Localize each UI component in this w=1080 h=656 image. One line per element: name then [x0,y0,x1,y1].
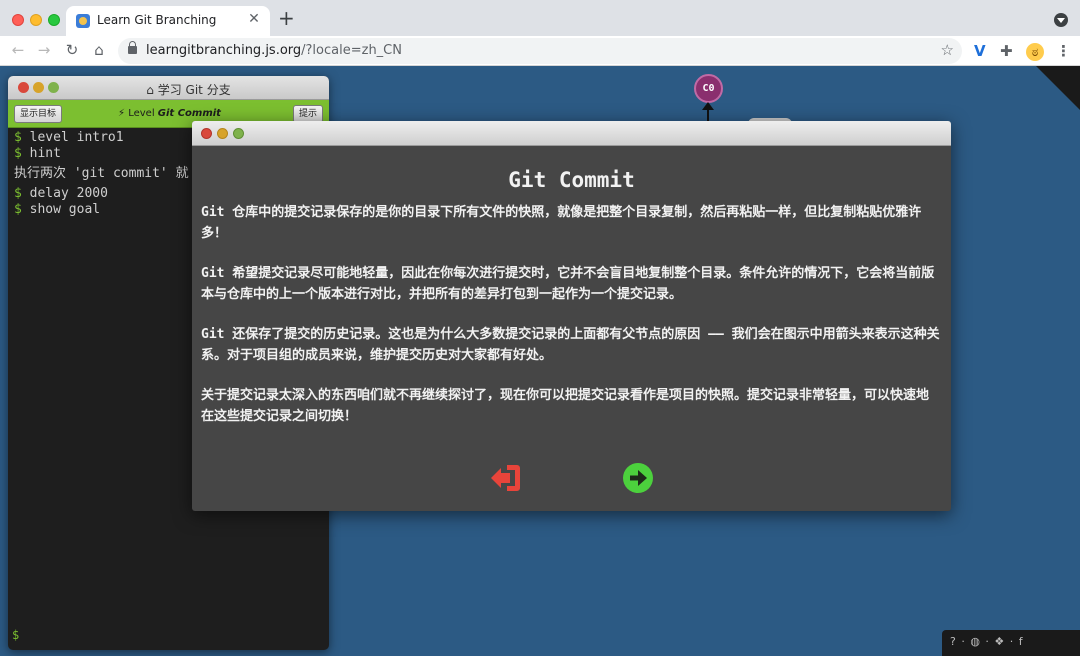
site-favicon-icon [76,14,90,28]
dialog-navigation [192,462,951,498]
dialog-titlebar [192,121,951,146]
window-zoom-button[interactable] [48,14,60,26]
level-indicator[interactable]: ⚡ Level Git Commit [118,108,221,119]
exit-dialog-icon[interactable] [489,462,523,494]
dialog-paragraph: Git 还保存了提交的历史记录。这也是为什么大多数提交记录的上面都有父节点的原因… [201,327,940,363]
forward-button[interactable]: → [34,40,54,60]
github-octocat-icon[interactable] [1060,72,1074,86]
home-button[interactable]: ⌂ [89,40,109,60]
next-page-arrow-icon[interactable] [622,462,654,494]
dialog-zoom-icon[interactable] [233,128,244,139]
dialog-minimize-icon[interactable] [217,128,228,139]
browser-toolbar: ← → ↻ ⌂ learngitbranching.js.org/?locale… [0,36,1080,66]
reload-button[interactable]: ↻ [62,40,82,60]
tab-title: Learn Git Branching [97,13,217,27]
command-input-prompt[interactable]: $ [12,628,19,642]
dialog-paragraph: Git 希望提交记录尽可能地轻量，因此在你每次进行提交时，它并不会盲目地复制整个… [201,266,935,302]
show-goal-button[interactable]: 显示目标 [14,105,63,123]
browser-tab[interactable]: Learn Git Branching ✕ [66,6,270,36]
extensions-puzzle-icon[interactable]: ✚ [1000,42,1013,60]
new-tab-button[interactable]: + [278,8,295,28]
intro-dialog: Git Commit Git 仓库中的提交记录保存的是你的目录下所有文件的快照，… [192,121,951,511]
bookmark-star-icon[interactable]: ☆ [941,41,954,59]
commit-parent-arrow [702,102,714,122]
commit-node-c0[interactable]: C0 [694,74,723,103]
dialog-body: Git 仓库中的提交记录保存的是你的目录下所有文件的快照，就像是把整个目录复制，… [192,202,951,427]
terminal-titlebar: ⌂ 学习 Git 分支 [8,76,329,100]
lock-icon[interactable] [128,41,137,54]
extension-v-icon[interactable]: V [974,42,986,60]
footer-links: ? · ◍ · ❖ · f [942,630,1080,656]
dialog-paragraph: 关于提交记录太深入的东西咱们就不再继续探讨了，现在你可以把提交记录看作是项目的快… [201,388,930,424]
tab-close-icon[interactable]: ✕ [246,11,262,27]
dialog-close-icon[interactable] [201,128,212,139]
dialog-paragraph: Git 仓库中的提交记录保存的是你的目录下所有文件的快照，就像是把整个目录复制，… [201,205,922,241]
browser-tab-bar: Learn Git Branching ✕ + [0,0,1080,36]
url-text[interactable]: learngitbranching.js.org/?locale=zh_CN [146,43,402,58]
tab-search-icon[interactable] [1054,13,1068,27]
browser-menu-icon[interactable]: ⋮ [1056,42,1071,60]
window-minimize-button[interactable] [30,14,42,26]
terminal-title: ⌂ 学习 Git 分支 [146,83,231,97]
window-close-button[interactable] [12,14,24,26]
back-button[interactable]: ← [8,40,28,60]
address-bar[interactable]: learngitbranching.js.org/?locale=zh_CN ☆ [118,38,962,64]
page-canvas: C0 ⌂ 学习 Git 分支 显示目标 ⚡ Level Git Commit 提… [0,66,1080,656]
footer-icons[interactable]: ? · ◍ · ❖ · f [950,635,1024,648]
dialog-heading: Git Commit [508,168,635,192]
profile-avatar-icon[interactable]: ಠ [1026,43,1044,61]
